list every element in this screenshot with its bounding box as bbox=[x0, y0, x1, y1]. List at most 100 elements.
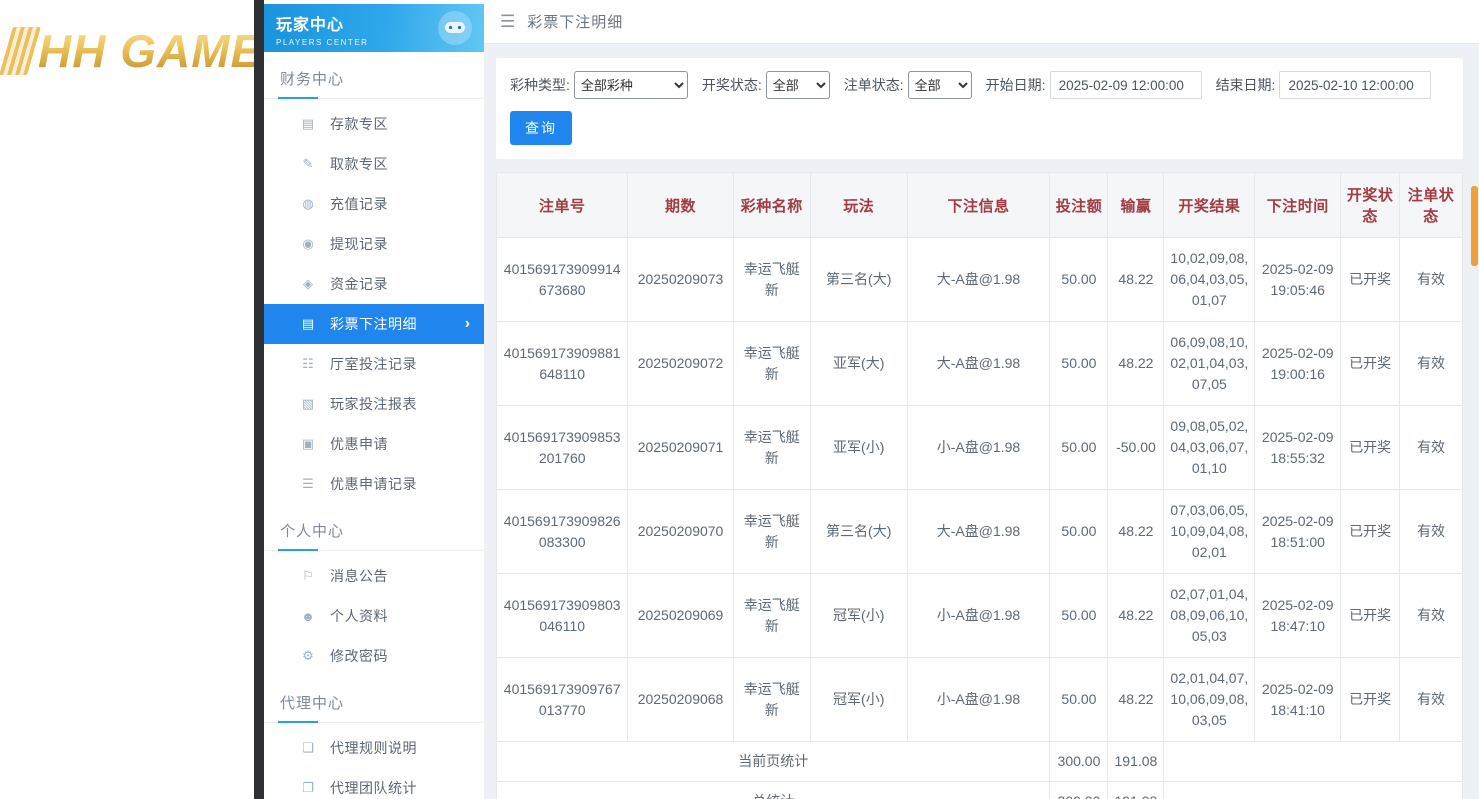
cell-lottery-name: 幸运飞艇新 bbox=[733, 406, 810, 490]
table-row: 401569173909803046110 20250209069 幸运飞艇新 … bbox=[497, 574, 1463, 658]
total-summary-empty bbox=[1164, 782, 1463, 799]
page-summary-label: 当前页统计 bbox=[497, 742, 1050, 782]
start-date-input[interactable] bbox=[1050, 71, 1202, 99]
cell-order-status: 有效 bbox=[1400, 658, 1463, 742]
sidebar-item-player-bet-report[interactable]: ▧ 玩家投注报表 bbox=[264, 384, 484, 424]
cell-bet-time: 2025-02-09 18:47:10 bbox=[1255, 574, 1341, 658]
content-area: 彩种类型: 全部彩种 开奖状态: 全部 注单状态: 全部 bbox=[484, 44, 1479, 799]
cell-period: 20250209070 bbox=[628, 490, 733, 574]
sidebar-item-label: 优惠申请记录 bbox=[330, 474, 417, 494]
list-icon: ☰ bbox=[300, 476, 316, 492]
cell-play-type: 冠军(小) bbox=[810, 574, 907, 658]
search-button[interactable]: 查询 bbox=[510, 111, 572, 145]
bell-icon: ⚐ bbox=[300, 568, 316, 584]
sidebar-item-announcements[interactable]: ⚐ 消息公告 bbox=[264, 556, 484, 596]
person-icon: ☻ bbox=[300, 609, 316, 624]
sidebar-item-label: 存款专区 bbox=[330, 114, 388, 134]
divider-strip bbox=[254, 0, 264, 799]
cell-draw-status: 已开奖 bbox=[1341, 658, 1400, 742]
cell-bet-info: 小-A盘@1.98 bbox=[907, 658, 1050, 742]
gamepad-icon bbox=[438, 11, 472, 45]
draw-status-select[interactable]: 全部 bbox=[766, 71, 830, 99]
cell-play-type: 亚军(小) bbox=[810, 406, 907, 490]
filter-row: 彩种类型: 全部彩种 开奖状态: 全部 注单状态: 全部 bbox=[510, 71, 1449, 99]
col-header-bet-time: 下注时间 bbox=[1255, 173, 1341, 238]
sidebar-item-withdraw-zone[interactable]: ✎ 取款专区 bbox=[264, 144, 484, 184]
brand-logo: HH GAME bbox=[0, 0, 254, 78]
sidebar-item-deposit-zone[interactable]: ▤ 存款专区 bbox=[264, 104, 484, 144]
sidebar-item-label: 彩票下注明细 bbox=[330, 314, 417, 334]
sidebar-item-lottery-bet-details[interactable]: ▤ 彩票下注明细 › bbox=[264, 304, 484, 344]
main-area: ☰ 彩票下注明细 彩种类型: 全部彩种 开奖状态: 全部 注单状态 bbox=[484, 0, 1479, 799]
table-summary: 当前页统计 300.00 191.08 总统计 300.00 191.08 bbox=[497, 742, 1463, 799]
cell-draw-result: 07,03,06,05,10,09,04,08,02,01 bbox=[1164, 490, 1255, 574]
sidebar-item-funds-records[interactable]: ◈ 资金记录 bbox=[264, 264, 484, 304]
start-date-label: 开始日期: bbox=[986, 75, 1046, 95]
sidebar-item-recharge-records[interactable]: ◍ 充值记录 bbox=[264, 184, 484, 224]
sidebar-item-label: 个人资料 bbox=[330, 606, 388, 626]
page-summary-bet-total: 300.00 bbox=[1050, 742, 1108, 782]
section-label-personal: 个人中心 bbox=[280, 523, 344, 540]
order-status-label: 注单状态: bbox=[844, 75, 904, 95]
cell-period: 20250209072 bbox=[628, 322, 733, 406]
sidebar-item-change-password[interactable]: ⚙ 修改密码 bbox=[264, 636, 484, 676]
sidebar-section-personal: 个人中心 bbox=[264, 504, 484, 551]
cell-bet-info: 小-A盘@1.98 bbox=[907, 574, 1050, 658]
cell-bet-time: 2025-02-09 18:51:00 bbox=[1255, 490, 1341, 574]
menu-toggle-icon[interactable]: ☰ bbox=[500, 12, 515, 32]
table-header: 注单号 期数 彩种名称 玩法 下注信息 投注额 输赢 开奖结果 下注时间 开奖状… bbox=[497, 173, 1463, 238]
table-row: 401569173909881648110 20250209072 幸运飞艇新 … bbox=[497, 322, 1463, 406]
cell-period: 20250209068 bbox=[628, 658, 733, 742]
sidebar-item-label: 优惠申请 bbox=[330, 434, 388, 454]
cell-order-status: 有效 bbox=[1400, 406, 1463, 490]
cell-order-status: 有效 bbox=[1400, 574, 1463, 658]
cell-win-loss: 48.22 bbox=[1108, 322, 1164, 406]
card-icon: ▣ bbox=[300, 436, 316, 452]
list-icon: ☷ bbox=[300, 356, 316, 372]
cell-order-id: 401569173909826083300 bbox=[497, 490, 628, 574]
cell-order-id: 401569173909853201760 bbox=[497, 406, 628, 490]
cell-order-status: 有效 bbox=[1400, 322, 1463, 406]
cell-play-type: 冠军(小) bbox=[810, 658, 907, 742]
brand-logo-text: HH GAME bbox=[38, 24, 254, 78]
document-icon: ❏ bbox=[300, 740, 316, 756]
sidebar-section-finance: 财务中心 bbox=[264, 52, 484, 99]
cell-bet-amount: 50.00 bbox=[1050, 658, 1108, 742]
cell-lottery-name: 幸运飞艇新 bbox=[733, 490, 810, 574]
cell-draw-result: 02,07,01,04,08,09,06,10,05,03 bbox=[1164, 574, 1255, 658]
sidebar-item-profile[interactable]: ☻ 个人资料 bbox=[264, 596, 484, 636]
order-status-select[interactable]: 全部 bbox=[908, 71, 972, 99]
page-summary-empty bbox=[1164, 742, 1463, 782]
list-icon: ▤ bbox=[300, 316, 316, 332]
lottery-type-select[interactable]: 全部彩种 bbox=[574, 71, 688, 99]
sidebar-item-label: 消息公告 bbox=[330, 566, 388, 586]
sidebar-item-withdraw-records[interactable]: ◉ 提现记录 bbox=[264, 224, 484, 264]
col-header-win-loss: 输赢 bbox=[1108, 173, 1164, 238]
total-summary-win-total: 191.08 bbox=[1108, 782, 1164, 799]
cell-period: 20250209069 bbox=[628, 574, 733, 658]
sidebar-item-hall-bet-records[interactable]: ☷ 厅室投注记录 bbox=[264, 344, 484, 384]
cell-win-loss: 48.22 bbox=[1108, 574, 1164, 658]
sidebar-item-agent-rules[interactable]: ❏ 代理规则说明 bbox=[264, 728, 484, 768]
table-row: 401569173909826083300 20250209070 幸运飞艇新 … bbox=[497, 490, 1463, 574]
col-header-draw-status: 开奖状态 bbox=[1341, 173, 1400, 238]
sidebar-item-promo-apply[interactable]: ▣ 优惠申请 bbox=[264, 424, 484, 464]
end-date-input[interactable] bbox=[1279, 71, 1431, 99]
cell-period: 20250209071 bbox=[628, 406, 733, 490]
sidebar: 玩家中心 PLAYERS CENTER 财务中心 ▤ 存款专区 ✎ 取款专区 ◍… bbox=[264, 0, 484, 799]
sidebar-item-label: 厅室投注记录 bbox=[330, 354, 417, 374]
sidebar-item-agent-team-stats[interactable]: ❐ 代理团队统计 bbox=[264, 768, 484, 799]
end-date-label: 结束日期: bbox=[1216, 75, 1276, 95]
cell-draw-result: 02,01,04,07,10,06,09,08,03,05 bbox=[1164, 658, 1255, 742]
cell-order-id: 401569173909881648110 bbox=[497, 322, 628, 406]
sidebar-item-label: 充值记录 bbox=[330, 194, 388, 214]
table-header-row: 注单号 期数 彩种名称 玩法 下注信息 投注额 输赢 开奖结果 下注时间 开奖状… bbox=[497, 173, 1463, 238]
chevron-right-icon: › bbox=[465, 315, 470, 333]
coin-icon: ◉ bbox=[300, 236, 316, 252]
col-header-bet-info: 下注信息 bbox=[907, 173, 1050, 238]
cell-period: 20250209073 bbox=[628, 238, 733, 322]
lottery-type-label: 彩种类型: bbox=[510, 75, 570, 95]
cell-draw-status: 已开奖 bbox=[1341, 238, 1400, 322]
sidebar-item-promo-apply-records[interactable]: ☰ 优惠申请记录 bbox=[264, 464, 484, 504]
scrollbar-thumb[interactable] bbox=[1471, 186, 1478, 266]
